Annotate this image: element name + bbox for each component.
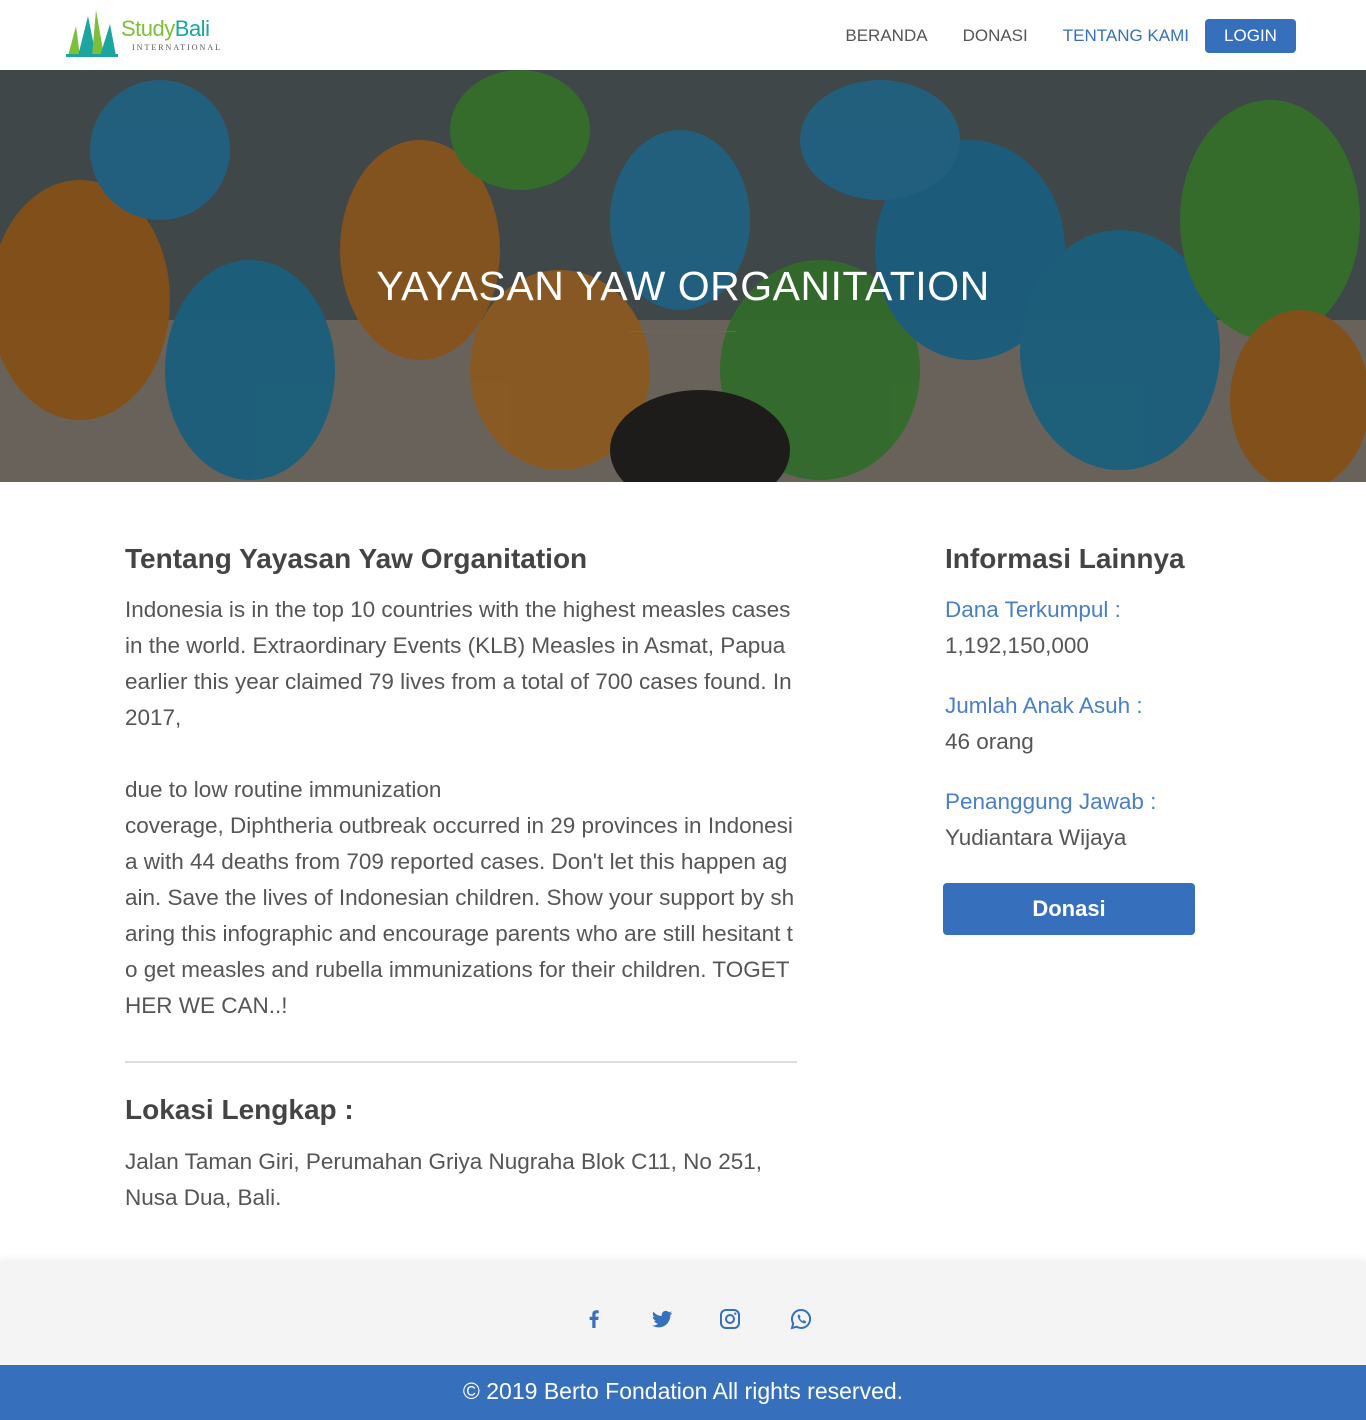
nav-item-tentang-kami[interactable]: TENTANG KAMI (1063, 26, 1189, 46)
hero-title: YAYASAN YAW ORGANITATION (376, 263, 990, 309)
about-paragraph-1: Indonesia is in the top 10 countries wit… (125, 597, 792, 730)
content-divider (125, 1061, 797, 1063)
whatsapp-icon[interactable] (789, 1307, 813, 1331)
info-label: Dana Terkumpul : (945, 597, 1121, 622)
about-text: Indonesia is in the top 10 countries wit… (125, 592, 797, 1024)
about-paragraph-2: due to low routine immunization coverage,… (125, 772, 797, 1024)
info-jumlah-anak-asuh: Jumlah Anak Asuh : 46 orang (945, 688, 1143, 760)
hero-banner: YAYASAN YAW ORGANITATION (0, 70, 1366, 482)
main-nav: BERANDA DONASI TENTANG KAMI LOGIN (810, 19, 1296, 53)
sidebar-title: Informasi Lainnya (945, 543, 1185, 574)
donate-button[interactable]: Donasi (943, 883, 1195, 935)
location-address: Jalan Taman Giri, Perumahan Griya Nugrah… (125, 1149, 762, 1210)
facebook-icon[interactable] (582, 1307, 606, 1331)
info-dana-terkumpul: Dana Terkumpul : 1,192,150,000 (945, 592, 1121, 664)
nav-item-beranda[interactable]: BERANDA (845, 26, 927, 46)
brand-logo[interactable]: StudyBali INTERNATIONAL (66, 8, 226, 58)
info-label: Jumlah Anak Asuh : (945, 693, 1143, 718)
copyright-bar: © 2019 Berto Fondation All rights reserv… (0, 1365, 1366, 1420)
site-header: StudyBali INTERNATIONAL BERANDA DONASI T… (0, 0, 1366, 70)
logo-leaf-icon (66, 10, 118, 57)
info-label: Penanggung Jawab : (945, 789, 1157, 814)
about-paragraph-2-line1: due to low routine immunization (125, 777, 442, 802)
social-bar (0, 1261, 1366, 1365)
nav-item-donasi[interactable]: DONASI (963, 26, 1028, 46)
about-paragraph-2-rest: coverage, Diphtheria outbreak occurred i… (125, 813, 795, 1018)
about-title: Tentang Yayasan Yaw Organitation (125, 543, 588, 574)
info-value: 1,192,150,000 (945, 633, 1089, 658)
info-penanggung-jawab: Penanggung Jawab : Yudiantara Wijaya (945, 784, 1156, 856)
info-value: 46 orang (945, 729, 1034, 754)
info-value: Yudiantara Wijaya (945, 825, 1127, 850)
login-button[interactable]: LOGIN (1205, 19, 1296, 53)
instagram-icon[interactable] (718, 1307, 742, 1331)
twitter-icon[interactable] (650, 1307, 674, 1331)
brand-name: StudyBali (121, 16, 210, 41)
brand-subtitle: INTERNATIONAL (132, 43, 222, 52)
location-title: Lokasi Lengkap : (125, 1094, 354, 1125)
hero-underline (628, 331, 736, 332)
